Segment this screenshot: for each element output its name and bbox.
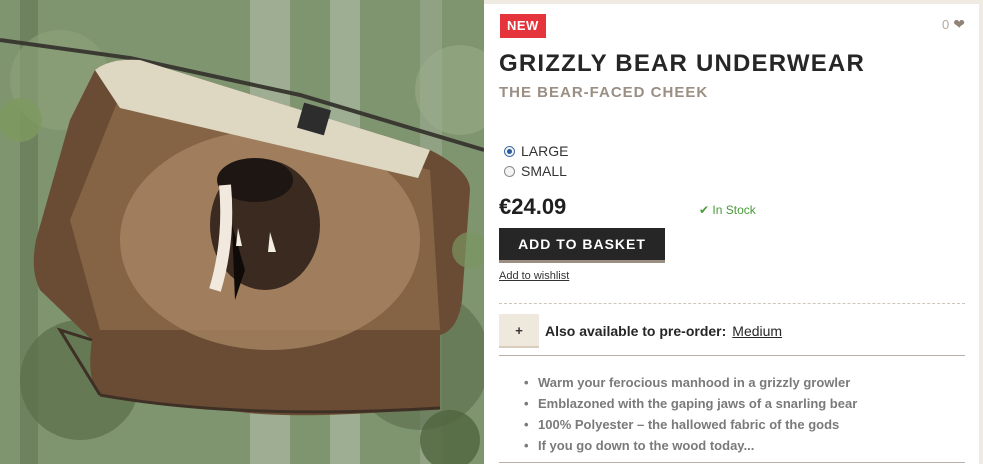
add-to-wishlist-link[interactable]: Add to wishlist [499,270,569,282]
size-label-small: SMALL [521,163,567,179]
preorder-expand-button[interactable]: + [499,314,539,348]
preorder-size-link[interactable]: Medium [732,323,782,339]
size-selector: LARGE SMALL [504,141,568,181]
divider [499,462,965,463]
feature-list: Warm your ferocious manhood in a grizzly… [524,372,857,456]
wishlist-count: 0 [942,17,950,32]
add-to-basket-button[interactable]: ADD TO BASKET [499,228,665,263]
heart-icon: ❤ [953,16,965,32]
list-item: Warm your ferocious manhood in a grizzly… [524,372,857,393]
product-price: €24.09 [499,194,567,219]
wishlist-counter[interactable]: 0 ❤ [942,16,965,33]
product-subtitle: THE BEAR-FACED CHEEK [499,84,709,101]
product-image [0,0,484,464]
list-item: If you go down to the wood today... [524,435,857,456]
preorder-row: + Also available to pre-order: Medium [499,314,782,348]
size-label-large: LARGE [521,143,569,159]
size-option-small[interactable]: SMALL [504,161,568,181]
size-option-large[interactable]: LARGE [504,141,568,161]
radio-large[interactable] [504,145,515,157]
product-title: GRIZZLY BEAR UNDERWEAR [499,50,865,77]
stock-status: ✔ In Stock [699,203,756,217]
check-icon: ✔ [699,203,710,217]
grizzly-underwear-illustration [0,0,484,464]
list-item: Emblazoned with the gaping jaws of a sna… [524,393,857,414]
stock-label: In Stock [712,203,756,217]
divider [499,355,965,356]
divider [499,303,965,304]
product-details-panel: NEW 0 ❤ GRIZZLY BEAR UNDERWEAR THE BEAR-… [484,4,979,464]
list-item: 100% Polyester – the hallowed fabric of … [524,414,857,435]
preorder-label: Also available to pre-order: [545,323,727,339]
radio-small[interactable] [504,165,515,177]
new-badge: NEW [500,14,546,38]
